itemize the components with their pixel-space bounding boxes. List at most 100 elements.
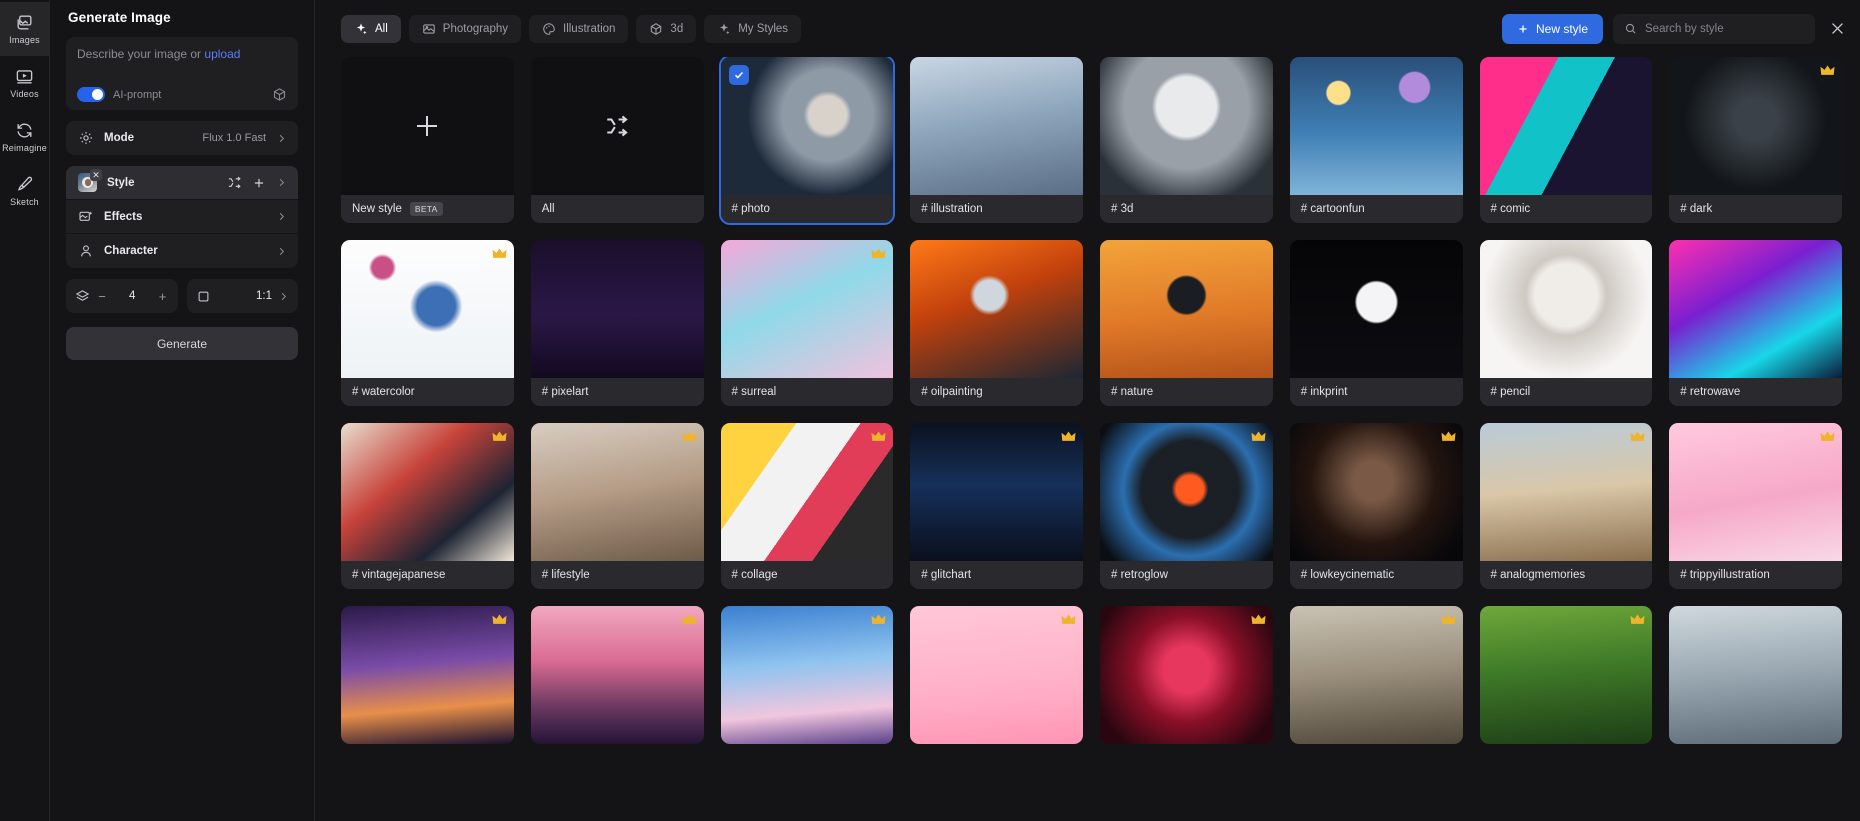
premium-crown-icon	[492, 248, 507, 258]
style-card-label-row: # illustration	[910, 195, 1083, 223]
style-card[interactable]: # pixelart	[530, 240, 704, 406]
style-card[interactable]: # nature	[1100, 240, 1273, 406]
shuffle-all-icon	[607, 115, 628, 137]
style-card-inner: # cartoonfun	[1289, 57, 1463, 223]
style-artwork	[1289, 606, 1463, 744]
prompt-box[interactable]: Describe your image or upload AI-prompt	[66, 37, 298, 110]
style-card[interactable]	[530, 606, 704, 744]
chevron-right-icon	[279, 212, 285, 221]
style-card[interactable]: # retroglow	[1100, 423, 1273, 589]
search-input[interactable]	[1645, 22, 1804, 35]
tab-3d[interactable]: 3d	[636, 14, 697, 43]
style-grid-scroll[interactable]: New style BETA All # photo # illustratio…	[315, 57, 1860, 821]
person-icon	[81, 245, 91, 257]
style-card[interactable]: # inkprint	[1289, 240, 1463, 406]
style-artwork	[341, 606, 514, 744]
style-artwork	[530, 606, 704, 744]
style-card[interactable]: # illustration	[910, 57, 1083, 223]
style-card[interactable]	[341, 606, 514, 744]
style-card-label: # watercolor	[352, 386, 415, 398]
style-card-label-row: # oilpainting	[910, 378, 1083, 406]
style-card[interactable]: # pencil	[1479, 240, 1653, 406]
rail-item-images[interactable]: Images	[0, 2, 50, 56]
cube-icon[interactable]	[272, 87, 287, 102]
rail-label-reimagine: Reimagine	[2, 143, 47, 153]
search-box[interactable]	[1613, 13, 1815, 44]
style-card-label-row: # nature	[1100, 378, 1273, 406]
new-style-button[interactable]: New style	[1501, 13, 1603, 44]
style-card-thumbnail	[530, 606, 704, 744]
decrement-button[interactable]: −	[96, 289, 108, 304]
style-card[interactable]	[910, 606, 1083, 744]
style-card[interactable]: # 3d	[1100, 57, 1273, 223]
style-artwork	[341, 240, 514, 378]
rail-label-videos: Videos	[10, 89, 39, 99]
tab-my-styles[interactable]: My Styles	[704, 14, 802, 43]
shuffle-icon[interactable]	[227, 175, 242, 190]
style-card[interactable]: # oilpainting	[910, 240, 1083, 406]
style-card[interactable]: # trippyillustration	[1669, 423, 1842, 589]
style-card-inner: # surreal	[720, 240, 894, 406]
ai-prompt-toggle-wrap[interactable]: AI-prompt	[77, 87, 161, 102]
style-card[interactable]	[1100, 606, 1273, 744]
style-card[interactable]: # lowkeycinematic	[1289, 423, 1463, 589]
generate-button[interactable]: Generate	[66, 327, 298, 360]
style-card[interactable]	[1479, 606, 1653, 744]
style-effects-character-group: ✕ Style Effects Character	[66, 166, 298, 268]
refresh-icon	[17, 123, 32, 138]
plus-icon	[1519, 25, 1527, 32]
toggle-knob	[92, 89, 103, 100]
style-artwork	[1100, 240, 1273, 378]
tab-illustration[interactable]: Illustration	[529, 14, 629, 43]
style-card[interactable]	[1289, 606, 1463, 744]
option-row-effects[interactable]: Effects	[66, 200, 298, 234]
style-card-label: # surreal	[731, 386, 777, 398]
style-card[interactable]: # collage	[720, 423, 894, 589]
ai-prompt-toggle[interactable]	[77, 87, 105, 102]
style-card-label-row: # 3d	[1100, 195, 1273, 223]
upload-link[interactable]: upload	[204, 47, 240, 61]
option-row-mode[interactable]: Mode Flux 1.0 Fast	[66, 121, 298, 155]
style-card[interactable]: # watercolor	[341, 240, 514, 406]
style-card-label: # lowkeycinematic	[1300, 569, 1395, 581]
rail-item-reimagine[interactable]: Reimagine	[0, 110, 50, 164]
style-card[interactable]	[1669, 606, 1842, 744]
style-card[interactable]: # cartoonfun	[1289, 57, 1463, 223]
style-card-thumbnail	[530, 57, 704, 195]
style-card[interactable]: # dark	[1669, 57, 1842, 223]
style-card-inner	[341, 606, 514, 744]
style-card-inner: # retrowave	[1669, 240, 1842, 406]
option-label-style: Style	[107, 176, 135, 189]
option-label-character: Character	[104, 245, 158, 257]
style-card[interactable]: # vintagejapanese	[341, 423, 514, 589]
tab-photography[interactable]: Photography	[408, 14, 521, 43]
rail-item-videos[interactable]: Videos	[0, 56, 50, 110]
close-icon[interactable]	[1829, 20, 1846, 37]
style-card[interactable]: # retrowave	[1669, 240, 1842, 406]
style-card[interactable]: # lifestyle	[530, 423, 704, 589]
style-card[interactable]: # analogmemories	[1479, 423, 1653, 589]
increment-button[interactable]: +	[157, 289, 169, 304]
option-row-character[interactable]: Character	[66, 234, 298, 268]
aspect-ratio-selector[interactable]: 1:1	[186, 279, 298, 313]
style-card-thumbnail	[341, 57, 514, 195]
style-card[interactable]: # surreal	[720, 240, 894, 406]
beta-badge: BETA	[409, 202, 443, 216]
style-card[interactable]: # photo	[718, 57, 896, 225]
style-card[interactable]	[720, 606, 894, 744]
style-card[interactable]: New style BETA	[341, 57, 514, 223]
style-card[interactable]: All	[530, 57, 704, 223]
add-style-icon[interactable]	[252, 176, 266, 190]
tab-all[interactable]: All	[341, 14, 401, 43]
style-card-label-row: # comic	[1479, 195, 1653, 223]
rail-item-sketch[interactable]: Sketch	[0, 164, 50, 218]
image-count-stepper[interactable]: − 4 +	[66, 279, 178, 313]
style-card-inner: # lifestyle	[530, 423, 704, 589]
option-row-style[interactable]: ✕ Style	[66, 166, 298, 200]
selected-check-badge	[728, 65, 749, 85]
style-card[interactable]: # comic	[1479, 57, 1653, 223]
premium-crown-icon	[871, 248, 886, 258]
remove-style-icon[interactable]: ✕	[90, 169, 102, 181]
style-card-thumbnail	[910, 606, 1083, 744]
style-card[interactable]: # glitchart	[910, 423, 1083, 589]
